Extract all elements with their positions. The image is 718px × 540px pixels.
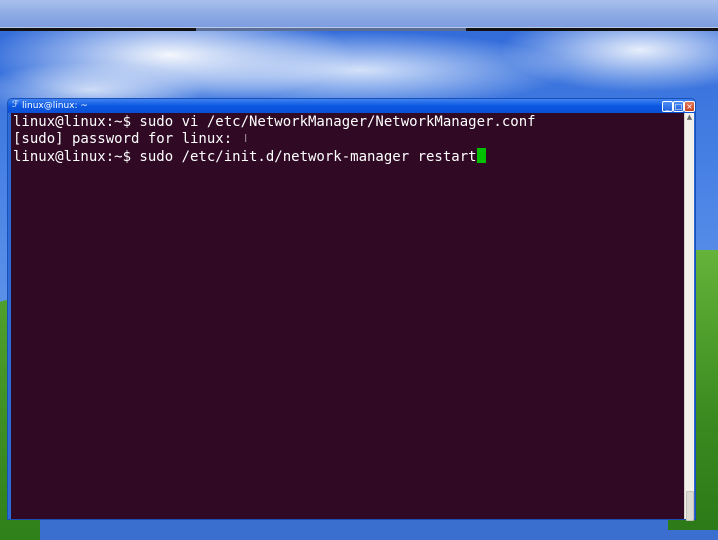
terminal-line-text: linux@linux:~$ sudo /etc/init.d/network-… xyxy=(13,149,477,165)
text-cursor-icon: I xyxy=(244,132,248,145)
window-titlebar[interactable]: ℱ linux@linux: ~ _ □ × xyxy=(8,99,695,113)
window-title: linux@linux: ~ xyxy=(22,101,88,111)
terminal-line-text: [sudo] password for linux: xyxy=(13,131,241,147)
background-window-edge xyxy=(0,0,718,28)
terminal-line-text: linux@linux:~$ sudo vi /etc/NetworkManag… xyxy=(13,114,536,130)
text-cursor-block xyxy=(476,148,486,163)
terminal-output[interactable]: linux@linux:~$ sudo vi /etc/NetworkManag… xyxy=(11,113,684,519)
terminal-icon: ℱ xyxy=(12,100,20,110)
close-button[interactable]: × xyxy=(684,101,695,112)
background-window-border-highlight xyxy=(196,28,466,31)
scroll-up-arrow-icon[interactable]: ▲ xyxy=(685,113,694,122)
vertical-scrollbar[interactable]: ▲ xyxy=(684,113,694,521)
minimize-button[interactable]: _ xyxy=(662,101,673,112)
terminal-line: linux@linux:~$ sudo /etc/init.d/network-… xyxy=(13,148,684,165)
maximize-button[interactable]: □ xyxy=(673,101,684,112)
terminal-line: linux@linux:~$ sudo vi /etc/NetworkManag… xyxy=(13,114,684,131)
terminal-window[interactable]: ℱ linux@linux: ~ _ □ × linux@linux:~$ su… xyxy=(8,99,695,521)
scrollbar-thumb[interactable] xyxy=(686,491,694,521)
terminal-line: [sudo] password for linux: xyxy=(13,131,684,148)
